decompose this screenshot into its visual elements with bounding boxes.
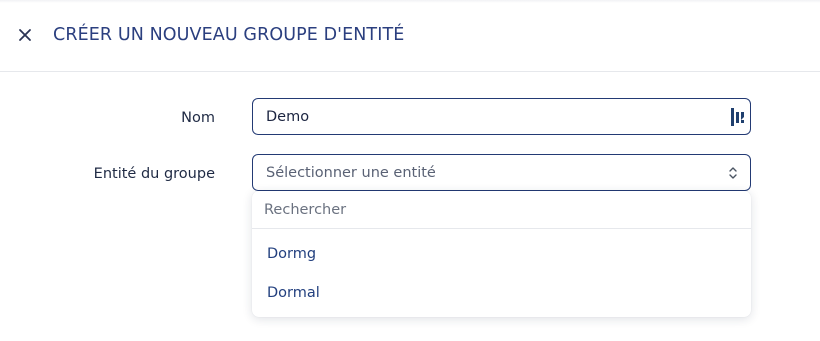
chevron-updown-icon bbox=[729, 167, 737, 179]
entity-label: Entité du groupe bbox=[93, 166, 215, 182]
name-input[interactable]: Demo bbox=[252, 98, 751, 135]
entity-dropdown: Rechercher Dormg Dormal bbox=[252, 191, 751, 317]
close-icon bbox=[19, 29, 31, 41]
name-label: Nom bbox=[181, 110, 215, 126]
dialog-title: CRÉER UN NOUVEAU GROUPE D'ENTITÉ bbox=[53, 25, 405, 45]
entity-select[interactable]: Sélectionner une entité bbox=[252, 154, 751, 191]
dropdown-option-label: Dormg bbox=[267, 246, 317, 262]
name-input-value: Demo bbox=[266, 109, 310, 125]
close-button[interactable] bbox=[14, 24, 36, 46]
dropdown-option-dormg[interactable]: Dormg bbox=[252, 236, 751, 272]
dropdown-search-input[interactable]: Rechercher bbox=[252, 191, 751, 229]
dialog-header: CRÉER UN NOUVEAU GROUPE D'ENTITÉ bbox=[0, 0, 820, 72]
lastpass-icon[interactable] bbox=[731, 108, 745, 126]
dropdown-option-label: Dormal bbox=[267, 285, 320, 301]
dropdown-search-placeholder: Rechercher bbox=[264, 202, 347, 218]
dropdown-option-dormal[interactable]: Dormal bbox=[252, 275, 751, 311]
entity-select-placeholder: Sélectionner une entité bbox=[266, 165, 436, 181]
